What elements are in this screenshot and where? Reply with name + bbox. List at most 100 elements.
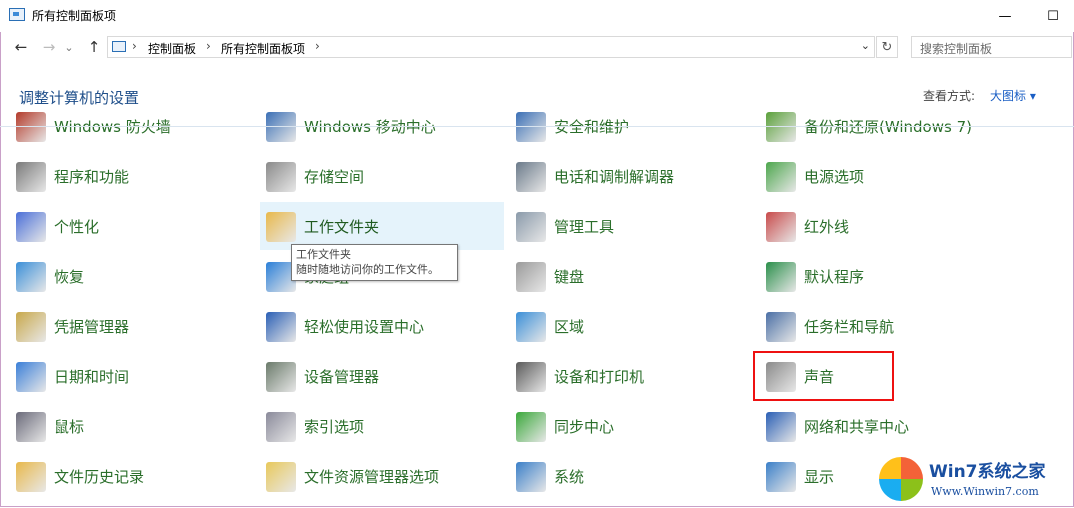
control-panel-item[interactable]: 区域 <box>510 302 750 350</box>
item-label: 网络和共享中心 <box>804 418 910 436</box>
item-label: 显示 <box>804 468 835 486</box>
page-title: 调整计算机的设置 <box>19 89 140 107</box>
control-panel-item[interactable]: 凭据管理器 <box>10 302 250 350</box>
control-panel-item[interactable]: 工作文件夹 <box>260 202 504 250</box>
watermark: Win7系统之家 Www.Winwin7.com <box>875 453 1071 505</box>
item-label: 轻松使用设置中心 <box>304 318 425 336</box>
control-panel-item[interactable]: 安全和维护 <box>510 110 750 150</box>
control-panel-item[interactable]: 备份和还原(Windows 7) <box>760 110 1000 150</box>
mouse-icon <box>16 412 46 442</box>
control-panel-item[interactable]: 默认程序 <box>760 252 1000 300</box>
control-panel-item[interactable]: 任务栏和导航 <box>760 302 1000 350</box>
control-panel-item[interactable]: 设备管理器 <box>260 352 500 400</box>
network-sharing-icon <box>766 412 796 442</box>
control-panel-item[interactable]: 网络和共享中心 <box>760 402 1000 450</box>
address-bar[interactable]: › 控制面板 › 所有控制面板项 › ⌄ <box>107 36 875 58</box>
header-divider <box>0 126 1074 127</box>
file-explorer-options-icon <box>266 462 296 492</box>
item-label: 个性化 <box>54 218 100 236</box>
item-label: 索引选项 <box>304 418 365 436</box>
control-panel-item[interactable]: 文件资源管理器选项 <box>260 452 500 500</box>
watermark-url: Www.Winwin7.com <box>931 485 1039 498</box>
item-label: 文件历史记录 <box>54 468 145 486</box>
search-input[interactable]: 搜索控制面板 <box>911 36 1072 58</box>
control-panel-item[interactable]: 日期和时间 <box>10 352 250 400</box>
firewall-icon <box>16 112 46 142</box>
recent-dropdown-button[interactable]: ⌄ <box>62 36 76 58</box>
item-label: 电话和调制解调器 <box>554 168 675 186</box>
mobility-center-icon <box>266 112 296 142</box>
breadcrumb-control-panel[interactable]: 控制面板 <box>148 40 196 57</box>
taskbar-navigation-icon <box>766 312 796 342</box>
control-panel-item[interactable]: 鼠标 <box>10 402 250 450</box>
address-dropdown-button[interactable]: ⌄ <box>861 39 870 52</box>
item-label: 红外线 <box>804 218 850 236</box>
back-button[interactable]: ← <box>10 36 32 58</box>
control-panel-item[interactable]: 键盘 <box>510 252 750 300</box>
window-title: 所有控制面板项 <box>32 9 117 23</box>
breadcrumb-separator: › <box>315 39 320 53</box>
item-label: 设备和打印机 <box>554 368 645 386</box>
maximize-button[interactable]: ☐ <box>1030 0 1074 32</box>
refresh-button[interactable]: ↻ <box>876 36 898 58</box>
display-icon <box>766 462 796 492</box>
control-panel-item[interactable]: 个性化 <box>10 202 250 250</box>
item-label: 鼠标 <box>54 418 85 436</box>
item-label: 默认程序 <box>804 268 865 286</box>
control-panel-item[interactable]: 文件历史记录 <box>10 452 250 500</box>
control-panel-item[interactable]: 设备和打印机 <box>510 352 750 400</box>
item-label: 系统 <box>554 468 585 486</box>
control-panel-item[interactable]: 系统 <box>510 452 750 500</box>
item-label: 区域 <box>554 318 585 336</box>
control-panel-item[interactable]: 轻松使用设置中心 <box>260 302 500 350</box>
ease-of-access-icon <box>266 312 296 342</box>
control-panel-item[interactable]: 红外线 <box>760 202 1000 250</box>
keyboard-icon <box>516 262 546 292</box>
item-label: 工作文件夹 <box>304 218 380 236</box>
item-label: 同步中心 <box>554 418 615 436</box>
breadcrumb-all-items[interactable]: 所有控制面板项 <box>221 40 305 57</box>
system-icon <box>516 462 546 492</box>
device-manager-icon <box>266 362 296 392</box>
view-by-dropdown[interactable]: 大图标 ▾ <box>990 87 1036 104</box>
admin-tools-icon <box>516 212 546 242</box>
control-panel-item[interactable]: 管理工具 <box>510 202 750 250</box>
item-label: 恢复 <box>54 268 85 286</box>
up-button[interactable]: ↑ <box>83 36 105 58</box>
tooltip-title: 工作文件夹 <box>296 248 351 261</box>
forward-button[interactable]: → <box>38 36 60 58</box>
control-panel-item[interactable]: 程序和功能 <box>10 152 250 200</box>
item-label: 日期和时间 <box>54 368 130 386</box>
work-folders-icon <box>266 212 296 242</box>
item-label: 存储空间 <box>304 168 365 186</box>
personalization-icon <box>16 212 46 242</box>
control-panel-items: Windows 防火墙 Windows 移动中心 安全和维护 备份和还原(Window… <box>0 110 1074 506</box>
item-label: 任务栏和导航 <box>804 318 895 336</box>
control-panel-item[interactable]: 存储空间 <box>260 152 500 200</box>
view-by-label: 查看方式: <box>923 89 976 103</box>
sync-center-icon <box>516 412 546 442</box>
item-label: 管理工具 <box>554 218 615 236</box>
control-panel-item[interactable]: 索引选项 <box>260 402 500 450</box>
control-panel-item[interactable]: 同步中心 <box>510 402 750 450</box>
security-maintenance-icon <box>516 112 546 142</box>
control-panel-item[interactable]: 电源选项 <box>760 152 1000 200</box>
programs-features-icon <box>16 162 46 192</box>
default-programs-icon <box>766 262 796 292</box>
item-label: 键盘 <box>554 268 585 286</box>
recovery-icon <box>16 262 46 292</box>
file-history-icon <box>16 462 46 492</box>
storage-spaces-icon <box>266 162 296 192</box>
control-panel-item[interactable]: 恢复 <box>10 252 250 300</box>
control-panel-item[interactable]: 电话和调制解调器 <box>510 152 750 200</box>
item-label: 设备管理器 <box>304 368 380 386</box>
item-label: 电源选项 <box>804 168 865 186</box>
item-label: 文件资源管理器选项 <box>304 468 440 486</box>
minimize-button[interactable]: — <box>982 0 1028 32</box>
item-label: 凭据管理器 <box>54 318 130 336</box>
credential-manager-icon <box>16 312 46 342</box>
control-panel-item[interactable]: Windows 移动中心 <box>260 110 500 150</box>
control-panel-item[interactable]: Windows 防火墙 <box>10 110 250 150</box>
windows-logo-icon <box>879 457 923 501</box>
devices-printers-icon <box>516 362 546 392</box>
